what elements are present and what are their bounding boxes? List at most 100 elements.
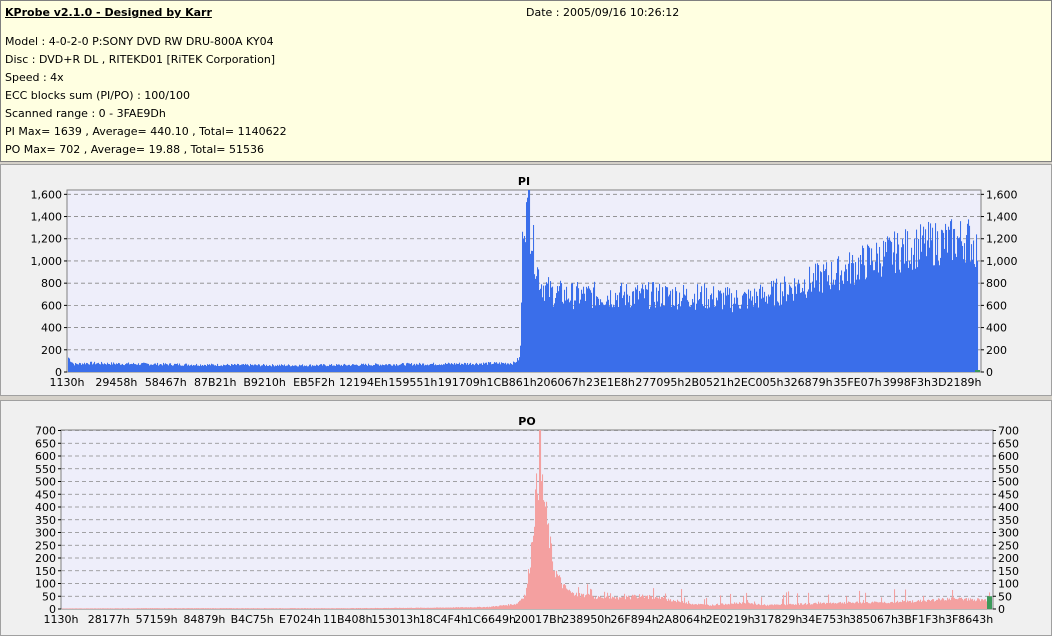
po-bar <box>536 473 538 609</box>
pi-bar <box>696 303 698 372</box>
po-bar <box>467 607 469 609</box>
pi-bar <box>172 365 174 372</box>
po-bar <box>435 607 437 609</box>
po-bar <box>529 573 531 609</box>
po-bar <box>179 608 181 609</box>
pi-bar <box>907 231 909 372</box>
po-bar <box>902 600 904 609</box>
po-bar <box>566 588 568 609</box>
pi-bar <box>840 275 842 372</box>
po-bar <box>863 599 865 609</box>
po-bar <box>785 605 787 609</box>
po-bar <box>410 607 412 609</box>
po-bar <box>738 603 740 609</box>
pi-bar <box>700 292 702 372</box>
po-bar <box>106 608 108 609</box>
po-bar <box>506 605 508 609</box>
pi-bar <box>822 292 824 372</box>
pi-bar <box>544 300 546 372</box>
pi-bar <box>107 362 109 372</box>
po-bar <box>754 601 756 609</box>
po-bar <box>603 598 605 609</box>
po-ytick-label: 500 <box>35 476 56 489</box>
po-bar <box>402 607 404 609</box>
pi-bar <box>904 263 906 372</box>
pi-bar <box>515 362 517 372</box>
pi-bar <box>404 365 406 372</box>
po-bar <box>216 608 218 609</box>
pi-bar <box>346 365 348 372</box>
pi-bar <box>591 292 593 372</box>
pi-bar <box>145 363 147 372</box>
po-bar <box>418 607 420 609</box>
po-bar <box>109 608 111 609</box>
pi-bar <box>116 363 118 372</box>
po-bar <box>857 601 859 609</box>
po-bar <box>508 604 510 609</box>
po-bar <box>141 608 143 609</box>
pi-bar <box>285 366 287 372</box>
po-bar <box>139 608 141 609</box>
pi-ytick-label-right: 1,600 <box>986 188 1018 201</box>
po-bar <box>933 599 935 609</box>
po-bar <box>956 599 958 609</box>
po-bar <box>751 603 753 609</box>
po-bar <box>306 608 308 609</box>
pi-bar <box>192 365 194 372</box>
po-ytick-label: 450 <box>35 488 56 501</box>
po-bar <box>443 607 445 609</box>
pi-bar <box>803 291 805 372</box>
pi-bar <box>704 283 706 372</box>
po-bar <box>209 608 211 609</box>
po-bar <box>186 608 188 609</box>
po-bar <box>896 601 898 609</box>
pi-bar <box>87 363 89 372</box>
pi-bar <box>182 365 184 372</box>
po-bar <box>648 599 650 609</box>
pi-bar <box>848 263 850 372</box>
pi-bar <box>906 261 908 372</box>
po-bar <box>519 600 521 609</box>
po-end-marker <box>987 596 992 609</box>
po-bar <box>543 500 545 609</box>
po-bar <box>205 608 207 609</box>
po-bar <box>742 602 744 609</box>
po-bar <box>720 595 722 609</box>
po-bar <box>249 608 251 609</box>
po-bar <box>486 606 488 609</box>
po-ytick-label: 350 <box>35 514 56 527</box>
pi-bar <box>210 365 212 372</box>
po-bar <box>599 597 601 609</box>
po-bar <box>251 608 253 609</box>
pi-bar <box>680 306 682 372</box>
pi-bar <box>606 301 608 372</box>
po-bar <box>878 602 880 609</box>
po-bar <box>268 608 270 609</box>
pi-bar <box>909 261 911 372</box>
pi-bar <box>283 365 285 372</box>
po-bar <box>719 605 721 609</box>
pi-bar <box>810 283 812 372</box>
pi-bar <box>593 287 595 372</box>
pi-xtick-label: EB5F2h <box>293 376 335 389</box>
pi-bar <box>684 294 686 372</box>
pi-bar <box>616 300 618 372</box>
po-bar <box>921 601 923 609</box>
po-bar <box>709 605 711 609</box>
po-bar <box>461 607 463 609</box>
po-bar <box>887 603 889 609</box>
pi-bar <box>550 281 552 372</box>
po-bar <box>199 608 201 609</box>
po-bar <box>565 585 567 609</box>
pi-xtick-label: 206067h <box>537 376 586 389</box>
po-bar <box>888 602 890 609</box>
po-bar <box>151 608 153 609</box>
pi-bar <box>885 241 887 372</box>
po-bar <box>535 489 537 609</box>
po-bar <box>313 608 315 609</box>
pi-bar <box>535 278 537 372</box>
po-bar <box>777 604 779 609</box>
po-bar <box>365 608 367 609</box>
pi-bar <box>92 364 94 372</box>
pi-bar <box>667 287 669 372</box>
